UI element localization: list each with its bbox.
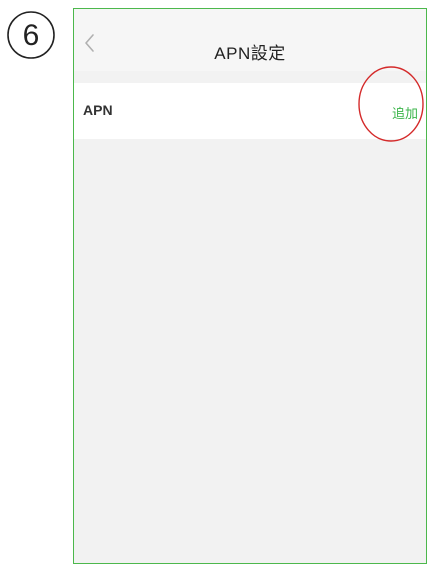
phone-screenshot-frame: APN設定 APN 追加 (73, 8, 427, 564)
add-apn-button[interactable]: 追加 (392, 103, 418, 122)
step-number-badge: 6 (5, 9, 57, 61)
page-title: APN設定 (214, 44, 286, 63)
step-number-text: 6 (23, 19, 40, 52)
navigation-bar: APN設定 (74, 9, 426, 71)
instruction-page: 6 APN設定 APN 追加 (0, 0, 428, 565)
apn-row-label: APN (83, 102, 113, 118)
apn-list-row: APN 追加 (74, 83, 426, 139)
